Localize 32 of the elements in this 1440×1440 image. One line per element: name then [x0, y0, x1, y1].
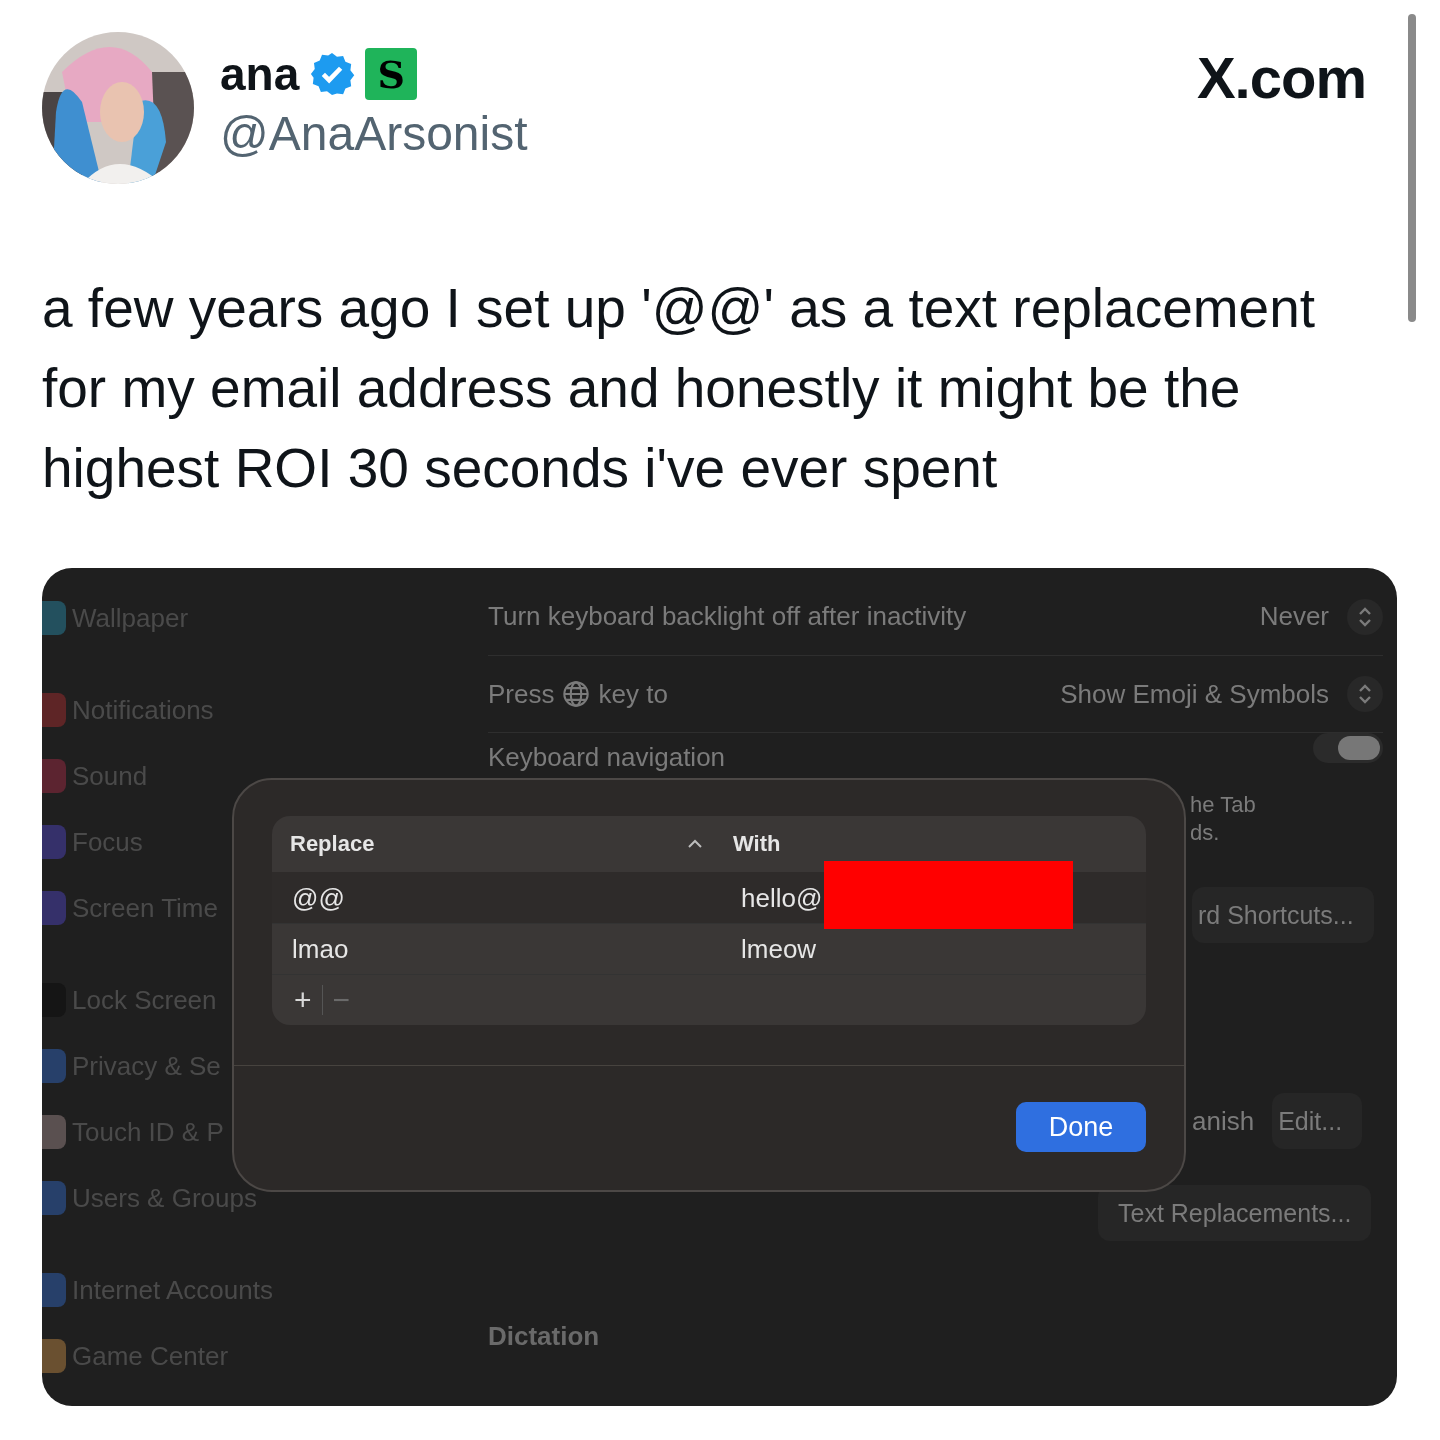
- text-replacements-button[interactable]: Text Replacements...: [1098, 1185, 1372, 1241]
- setting-label: key to: [598, 678, 668, 710]
- add-button[interactable]: +: [284, 982, 322, 1018]
- column-header[interactable]: With: [733, 831, 781, 857]
- setting-description: ds.: [1190, 819, 1221, 847]
- scrollbar[interactable]: [1408, 14, 1416, 322]
- setting-label: Press: [488, 678, 555, 710]
- edit-button[interactable]: Edit...: [1272, 1093, 1363, 1149]
- input-source-label: anish: [1192, 1105, 1255, 1137]
- stepper-icon[interactable]: [1347, 676, 1383, 712]
- affiliate-badge: S: [365, 48, 418, 100]
- author-name[interactable]: ana: [220, 47, 300, 101]
- popup-value[interactable]: Never: [1259, 601, 1329, 632]
- table-cell: hello@: [741, 882, 823, 914]
- setting-label: Keyboard navigation: [488, 742, 726, 773]
- section-heading: Dictation: [488, 1321, 601, 1351]
- table-cell: lmao: [292, 933, 349, 965]
- shortcuts-button[interactable]: rd Shortcuts...: [1192, 887, 1374, 943]
- toggle-switch[interactable]: [1313, 733, 1383, 763]
- globe-icon: [562, 680, 591, 708]
- site-label: X.com: [1196, 44, 1366, 111]
- popup-value[interactable]: Show Emoji & Symbols: [1060, 678, 1329, 710]
- table-cell: @@: [292, 882, 345, 914]
- stepper-icon[interactable]: [1347, 598, 1383, 635]
- column-header[interactable]: Replace: [290, 831, 375, 857]
- done-button[interactable]: Done: [1016, 1102, 1146, 1152]
- tweet-text: a few years ago I set up '@@' as a text replacement for my email address and honestly it might be the highest ROI 30 seconds i've ever spent: [42, 276, 1316, 501]
- author-handle[interactable]: @AnaArsonist: [220, 106, 528, 161]
- table-cell: lmeow: [741, 933, 817, 965]
- setting-label: Turn keyboard backlight off after inactivity: [488, 601, 967, 632]
- remove-button[interactable]: −: [322, 982, 361, 1018]
- setting-description: he Tab: [1190, 791, 1257, 819]
